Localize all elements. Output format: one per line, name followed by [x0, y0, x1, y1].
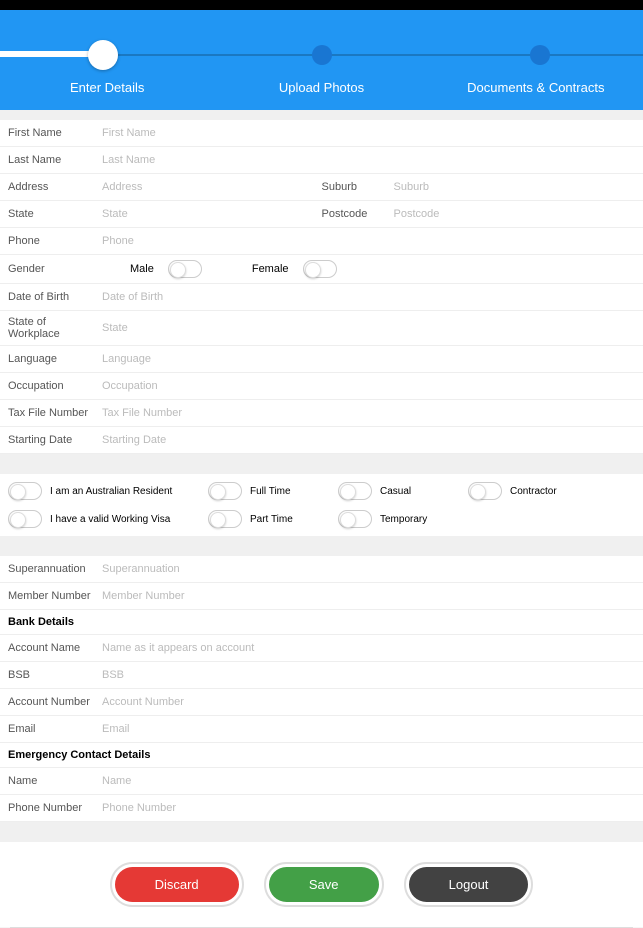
last-name-input[interactable] [100, 152, 635, 168]
resident-label: I am an Australian Resident [50, 486, 172, 497]
dob-input[interactable] [100, 289, 635, 305]
suburb-input[interactable] [392, 179, 636, 195]
work-state-input[interactable] [100, 320, 635, 336]
emergency-section-head: Emergency Contact Details [0, 743, 643, 768]
first-name-input[interactable] [100, 125, 635, 141]
account-no-input[interactable] [100, 694, 635, 710]
address-input[interactable] [100, 179, 322, 195]
account-name-input[interactable] [100, 640, 635, 656]
parttime-label: Part Time [250, 514, 293, 525]
account-no-label: Account Number [8, 696, 100, 708]
step-1-label: Enter Details [0, 80, 214, 95]
save-button[interactable]: Save [269, 867, 379, 902]
progress-header: Enter Details Upload Photos Documents & … [0, 10, 643, 110]
phone-input[interactable] [100, 233, 635, 249]
step-3-label: Documents & Contracts [429, 80, 643, 95]
last-name-label: Last Name [8, 154, 100, 166]
work-state-label: State of Workplace [8, 316, 100, 340]
temporary-toggle[interactable] [338, 510, 372, 528]
suburb-label: Suburb [322, 181, 392, 193]
status-bar [0, 0, 643, 10]
male-toggle[interactable] [168, 260, 202, 278]
language-input[interactable] [100, 351, 635, 367]
resident-toggle[interactable] [8, 482, 42, 500]
member-no-label: Member Number [8, 590, 100, 602]
email-label: Email [8, 723, 100, 735]
postcode-input[interactable] [392, 206, 636, 222]
tfn-input[interactable] [100, 405, 635, 421]
address-label: Address [8, 181, 100, 193]
dob-label: Date of Birth [8, 291, 100, 303]
em-phone-label: Phone Number [8, 802, 100, 814]
account-name-label: Account Name [8, 642, 100, 654]
female-toggle[interactable] [303, 260, 337, 278]
discard-button[interactable]: Discard [115, 867, 239, 902]
step-3-dot[interactable] [530, 45, 550, 65]
member-no-input[interactable] [100, 588, 635, 604]
step-2-label: Upload Photos [214, 80, 428, 95]
email-input[interactable] [100, 721, 635, 737]
gender-label: Gender [8, 263, 100, 275]
casual-toggle[interactable] [338, 482, 372, 500]
bank-section-head: Bank Details [0, 610, 643, 635]
bsb-input[interactable] [100, 667, 635, 683]
contractor-toggle[interactable] [468, 482, 502, 500]
state-input[interactable] [100, 206, 322, 222]
temporary-label: Temporary [380, 514, 427, 525]
start-date-label: Starting Date [8, 434, 100, 446]
state-label: State [8, 208, 100, 220]
super-label: Superannuation [8, 563, 100, 575]
phone-label: Phone [8, 235, 100, 247]
step-1-dot[interactable] [88, 40, 118, 70]
em-name-label: Name [8, 775, 100, 787]
male-label: Male [130, 263, 154, 275]
language-label: Language [8, 353, 100, 365]
postcode-label: Postcode [322, 208, 392, 220]
super-input[interactable] [100, 561, 635, 577]
parttime-toggle[interactable] [208, 510, 242, 528]
fulltime-toggle[interactable] [208, 482, 242, 500]
logout-button[interactable]: Logout [409, 867, 529, 902]
female-label: Female [252, 263, 289, 275]
bsb-label: BSB [8, 669, 100, 681]
casual-label: Casual [380, 486, 411, 497]
first-name-label: First Name [8, 127, 100, 139]
step-2-dot[interactable] [312, 45, 332, 65]
visa-toggle[interactable] [8, 510, 42, 528]
em-phone-input[interactable] [100, 800, 635, 816]
contractor-label: Contractor [510, 486, 557, 497]
visa-label: I have a valid Working Visa [50, 514, 170, 525]
fulltime-label: Full Time [250, 486, 291, 497]
em-name-input[interactable] [100, 773, 635, 789]
occupation-input[interactable] [100, 378, 635, 394]
start-date-input[interactable] [100, 432, 635, 448]
occupation-label: Occupation [8, 380, 100, 392]
tfn-label: Tax File Number [8, 407, 100, 419]
